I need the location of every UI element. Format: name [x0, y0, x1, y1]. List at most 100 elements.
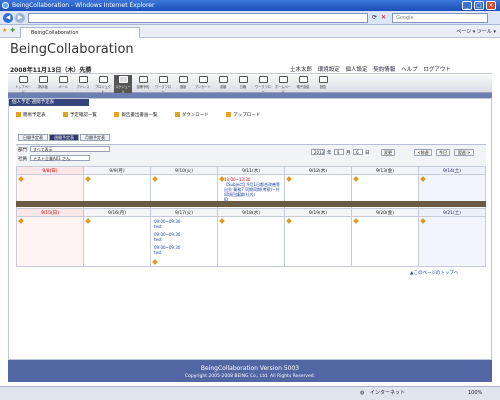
stop-icon[interactable]: ✕ — [381, 14, 386, 21]
tab-weekly[interactable]: 週間予定表 — [49, 134, 79, 141]
forward-icon[interactable]: ▶ — [15, 13, 25, 23]
pencil-icon[interactable] — [18, 176, 24, 182]
tool-daily[interactable]: 日報 — [234, 75, 252, 93]
circular-icon — [318, 76, 328, 83]
schedule-event[interactable]: 13:00~13:30 【Subject】9月1日都合改善等出先 業務7 同期同… — [224, 177, 283, 202]
tool-circular[interactable]: 回覧 — [314, 75, 332, 93]
pencil-icon[interactable] — [152, 176, 158, 182]
zoom-level[interactable]: 100% — [468, 387, 482, 400]
pencil-icon[interactable] — [353, 218, 359, 224]
back-icon[interactable]: ◀ — [3, 13, 13, 23]
day-header[interactable]: 9/18(水) — [217, 208, 285, 217]
link-upload[interactable]: アップロード — [226, 112, 260, 118]
pencil-icon[interactable] — [286, 218, 292, 224]
tool-workflow2[interactable]: ワークフロー — [254, 75, 272, 94]
day-cell[interactable] — [418, 216, 486, 267]
pencil-icon[interactable] — [18, 218, 24, 224]
prev-week-button[interactable]: <前週 — [414, 149, 432, 156]
maximize-button[interactable]: □ — [474, 1, 484, 10]
mail-icon — [58, 76, 68, 83]
close-button[interactable]: × — [486, 1, 496, 10]
event-text[interactable]: test — [154, 250, 216, 255]
day-select[interactable]: 6 — [353, 149, 363, 155]
tool-homepage[interactable]: ホームページ — [274, 75, 292, 94]
day-header[interactable]: 9/13(金) — [351, 166, 419, 175]
footer: BeingCollaboration Version 5003 Copyrigh… — [8, 360, 492, 382]
day-header[interactable]: 9/21(土) — [418, 208, 486, 217]
change-button[interactable]: 変更 — [381, 149, 395, 156]
event-text[interactable]: test — [154, 224, 216, 229]
dept-select[interactable]: すべて表示 — [30, 146, 110, 152]
user-select[interactable]: テスト企業A01 さん — [30, 155, 90, 161]
url-input[interactable] — [28, 13, 368, 23]
day-header[interactable]: 9/20(金) — [351, 208, 419, 217]
favorites-star-icon[interactable]: ★ — [2, 27, 8, 34]
event-text[interactable]: 【Subject】9月1日都合改善等出先 業務7 同期同期(考察)~共同項目議論… — [224, 182, 283, 197]
tool-survey[interactable]: アンケート — [194, 75, 212, 93]
tool-facility[interactable]: 設備予約 — [134, 75, 152, 93]
refresh-icon[interactable]: ⟳ — [372, 14, 377, 21]
security-zone: インターネット — [370, 390, 406, 396]
home-icon — [18, 76, 28, 83]
day-cell[interactable] — [16, 216, 84, 267]
day-cell[interactable] — [284, 216, 352, 267]
link-download[interactable]: ダウンロード — [174, 112, 209, 118]
tool-mail[interactable]: メール — [54, 75, 72, 93]
day-header[interactable]: 9/12(木) — [284, 166, 352, 175]
tool-schedule[interactable]: スケジュール — [114, 75, 132, 94]
day-header[interactable]: 9/14(土) — [418, 166, 486, 175]
tab-monthly[interactable]: 月間予定表 — [80, 134, 110, 141]
page-top-link[interactable]: ▲このページのトップへ — [410, 270, 458, 276]
pencil-icon[interactable] — [152, 259, 158, 265]
day-header[interactable]: 9/9(月) — [83, 166, 151, 175]
tool-workflow[interactable]: ワークフロー — [154, 75, 172, 94]
next-week-button[interactable]: 翌週 > — [454, 149, 474, 156]
today-button[interactable]: 今日 — [436, 149, 450, 156]
tool-top[interactable]: トップページ — [14, 75, 32, 94]
ie-toolbar-menus[interactable]: ページ ▾ ツール ▾ — [456, 28, 496, 35]
pencil-icon[interactable] — [219, 218, 225, 224]
day-header[interactable]: 9/11(水) — [217, 166, 285, 175]
window-title: BeingCollaboration - Windows Internet Ex… — [12, 2, 155, 9]
day-header[interactable]: 9/16(月) — [83, 208, 151, 217]
dept-label: 部門 — [18, 148, 27, 153]
pencil-icon[interactable] — [353, 176, 359, 182]
pencil-icon[interactable] — [420, 176, 426, 182]
schedule-event[interactable]: 09:00~09:30 test 09:00~09:30 test 09:00~… — [154, 219, 216, 255]
month-select[interactable]: 9 — [334, 149, 344, 155]
tool-project[interactable]: プロジェクト — [94, 75, 112, 94]
footer-product: BeingCollaboration Version 5003 — [200, 365, 300, 372]
pencil-icon[interactable] — [85, 218, 91, 224]
search-input[interactable]: Google — [392, 13, 488, 23]
link-confirm-list[interactable]: 予定確認一覧 — [62, 112, 97, 118]
minimize-button[interactable]: _ — [462, 1, 472, 10]
tool-address[interactable]: アドレス — [74, 75, 92, 93]
year-select[interactable]: 2013 — [311, 149, 325, 155]
address-bar: ◀ ▶ ⟳ ✕ Google — [0, 11, 500, 25]
day-header[interactable]: 9/17(火) — [150, 208, 218, 217]
day-header[interactable]: 9/19(木) — [284, 208, 352, 217]
tool-board[interactable]: 掲示板 — [34, 75, 52, 93]
tool-documents[interactable]: 書類 — [214, 75, 232, 93]
tab-daily[interactable]: 日間予定表 — [18, 134, 48, 141]
day-header[interactable]: 9/10(火) — [150, 166, 218, 175]
day-cell[interactable] — [351, 216, 419, 267]
daily-report-icon — [238, 76, 248, 83]
tool-conference[interactable]: 電子会議 — [294, 75, 312, 93]
workflow-icon — [158, 76, 168, 83]
pencil-icon[interactable] — [85, 176, 91, 182]
tool-building[interactable]: 施設 — [174, 75, 192, 93]
day-cell[interactable]: 09:00~09:30 test 09:00~09:30 test 09:00~… — [150, 216, 218, 267]
pencil-icon[interactable] — [286, 176, 292, 182]
pencil-icon[interactable] — [420, 218, 426, 224]
day-cell[interactable] — [83, 216, 151, 267]
day-header[interactable]: 9/8(日) — [16, 166, 84, 175]
day-cell[interactable] — [217, 216, 285, 267]
event-text[interactable]: test — [154, 237, 216, 242]
tab-beingcollaboration[interactable]: BeingCollaboration — [20, 27, 140, 38]
day-header[interactable]: 9/15(日) — [16, 208, 84, 217]
building-icon — [178, 76, 188, 83]
add-favorites-icon[interactable]: ✚ — [10, 27, 16, 34]
link-report-list[interactable]: 報告書出書画一覧 — [114, 112, 157, 118]
link-simple[interactable]: 簡易予定表 — [16, 112, 46, 118]
